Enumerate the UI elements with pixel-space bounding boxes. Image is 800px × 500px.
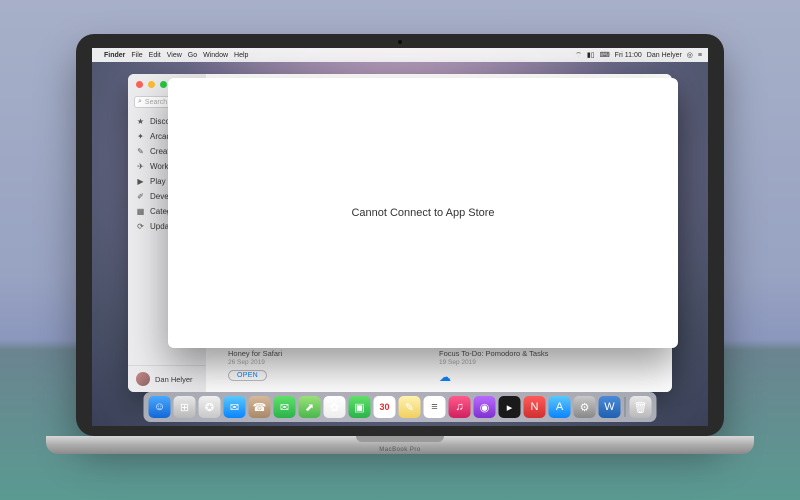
dock-mail-icon[interactable]: ✉ [224, 396, 246, 418]
error-message: Cannot Connect to App Store [351, 207, 494, 219]
create-icon: ✎ [136, 147, 145, 156]
updates-icon: ⟳ [136, 222, 145, 231]
sidebar-item-label: Work [150, 162, 169, 171]
menubar-user[interactable]: Dan Helyer [647, 52, 682, 59]
device-brand: MacBook Pro [379, 447, 421, 453]
app-date: 26 Sep 2019 [228, 359, 439, 366]
dock-maps-icon[interactable]: ⬈ [299, 396, 321, 418]
dock-messages-icon[interactable]: ✉ [274, 396, 296, 418]
menu-go[interactable]: Go [188, 52, 197, 59]
desktop: Finder File Edit View Go Window Help ⌔ ▮▯ ⌨ F… [92, 48, 708, 426]
work-icon: ✈ [136, 162, 145, 171]
app-name: Honey for Safari [228, 349, 439, 358]
account-name: Dan Helyer [155, 375, 193, 384]
menubar-time[interactable]: Fri 11:00 [615, 52, 642, 59]
menu-window[interactable]: Window [203, 52, 228, 59]
dock-notes-icon[interactable]: ✎ [399, 396, 421, 418]
dock-reminders-icon[interactable]: ≡ [424, 396, 446, 418]
dock-music-icon[interactable]: ♫ [449, 396, 471, 418]
error-modal: Cannot Connect to App Store [168, 78, 678, 348]
dock-finder-icon[interactable]: ☺ [149, 396, 171, 418]
search-icon: ⌕ [138, 98, 142, 106]
dock-photos-icon[interactable]: ✿ [324, 396, 346, 418]
wifi-icon[interactable]: ⌔ [575, 51, 582, 60]
spotlight-icon[interactable]: ◎ [687, 51, 693, 59]
dock-word-icon[interactable]: W [599, 396, 621, 418]
maximize-button[interactable] [160, 81, 167, 88]
menu-file[interactable]: File [131, 52, 142, 59]
camera [398, 40, 402, 44]
app-tile: Honey for Safari26 Sep 2019 OPEN [228, 349, 439, 384]
dock-podcasts-icon[interactable]: ◉ [474, 396, 496, 418]
dock-contacts-icon[interactable]: ☎ [249, 396, 271, 418]
menu-help[interactable]: Help [234, 52, 248, 59]
categories-icon: ▦ [136, 207, 145, 216]
dock-preferences-icon[interactable]: ⚙ [574, 396, 596, 418]
input-icon[interactable]: ⌨ [600, 51, 610, 59]
sidebar-item-label: Play [150, 177, 166, 186]
play-icon: ▶ [136, 177, 145, 186]
close-button[interactable] [136, 81, 143, 88]
dock-news-icon[interactable]: N [524, 396, 546, 418]
screen-bezel: Finder File Edit View Go Window Help ⌔ ▮▯ ⌨ F… [76, 34, 724, 436]
app-tile: Focus To-Do: Pomodoro & Tasks19 Sep 2019… [439, 349, 650, 384]
window-controls [136, 81, 167, 88]
account-button[interactable]: Dan Helyer [128, 365, 206, 392]
menubar: Finder File Edit View Go Window Help ⌔ ▮▯ ⌨ F… [92, 48, 708, 62]
open-button[interactable]: OPEN [228, 370, 267, 381]
minimize-button[interactable] [148, 81, 155, 88]
dock-trash-icon[interactable]: 🗑 [630, 396, 652, 418]
notifications-icon[interactable]: ≡ [698, 52, 702, 59]
discover-icon: ★ [136, 117, 145, 126]
dock-launchpad-icon[interactable]: ⊞ [174, 396, 196, 418]
menu-edit[interactable]: Edit [149, 52, 161, 59]
dock-facetime-icon[interactable]: ▣ [349, 396, 371, 418]
develop-icon: ✐ [136, 192, 145, 201]
macbook-hinge: MacBook Pro [46, 436, 754, 454]
dock-safari-icon[interactable]: ✪ [199, 396, 221, 418]
download-icon[interactable]: ☁ [439, 370, 451, 384]
dock-appstore-icon[interactable]: A [549, 396, 571, 418]
menu-view[interactable]: View [167, 52, 182, 59]
dock-calendar-icon[interactable]: 30 [374, 396, 396, 418]
macbook-frame: Finder File Edit View Go Window Help ⌔ ▮▯ ⌨ F… [76, 34, 724, 466]
arcade-icon: ✦ [136, 132, 145, 141]
menubar-app-name[interactable]: Finder [104, 52, 125, 59]
dock: ☺⊞✪✉☎✉⬈✿▣30✎≡♫◉▸NA⚙W🗑 [144, 392, 657, 422]
dock-separator [625, 397, 626, 417]
battery-icon[interactable]: ▮▯ [587, 51, 595, 59]
dock-tv-icon[interactable]: ▸ [499, 396, 521, 418]
search-placeholder: Search [145, 99, 167, 106]
app-name: Focus To-Do: Pomodoro & Tasks [439, 349, 650, 358]
avatar [136, 372, 150, 386]
app-date: 19 Sep 2019 [439, 359, 650, 366]
